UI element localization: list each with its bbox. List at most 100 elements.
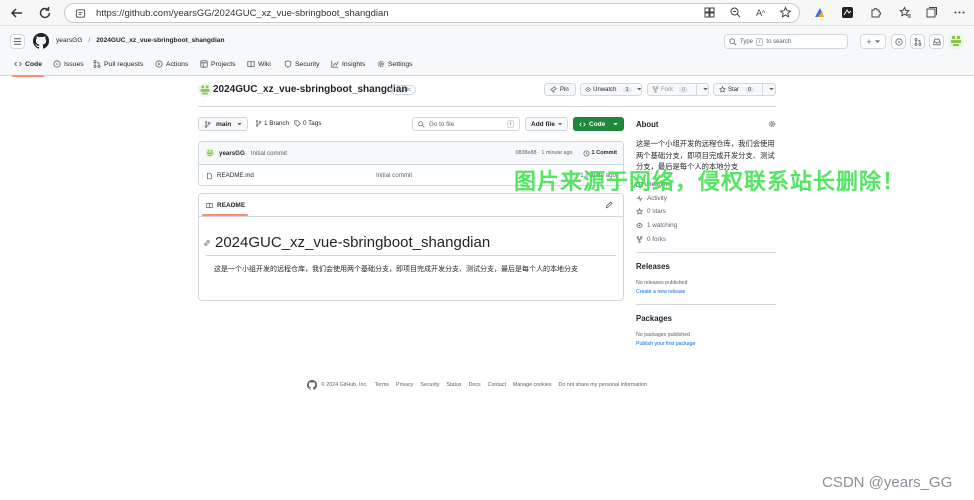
pin-button[interactable]: Pin [544,83,576,96]
address-bar[interactable]: https://github.com/yearsGG/2024GUC_xz_vu… [64,3,800,23]
tab-actions[interactable]: Actions [155,56,188,72]
github-logo-icon[interactable] [307,380,317,390]
releases-title[interactable]: Releases [636,262,670,271]
about-settings-button[interactable] [768,120,776,128]
readme-tab[interactable]: README [206,202,245,209]
branch-icon [204,120,211,128]
browser-toolbar: https://github.com/yearsGG/2024GUC_xz_vu… [0,0,974,26]
footer-link-docs[interactable]: Docs [469,382,481,388]
about-link-stars[interactable]: 0 stars [636,208,666,215]
favorites-icon[interactable] [899,6,912,19]
commit-message[interactable]: Initial commit [251,150,287,157]
site-info-icon[interactable] [75,8,86,19]
about-link-forks[interactable]: 0 forks [636,236,666,243]
chevron-down-icon[interactable] [769,88,774,91]
github-logo-icon[interactable] [33,33,49,49]
footer-link-do-not-share[interactable]: Do not share my personal information [559,382,647,388]
commit-author-avatar[interactable] [205,148,215,158]
footer-link-contact[interactable]: Contact [488,382,506,388]
file-commit-message[interactable]: Initial commit [376,172,412,179]
about-title: About [636,120,659,129]
collections-icon[interactable] [925,6,938,19]
tab-security[interactable]: Security [284,56,320,72]
breadcrumb-repo[interactable]: 2024GUC_xz_vue-sbringboot_shangdian [96,37,224,44]
edit-readme-button[interactable] [605,201,613,209]
go-to-file-placeholder: Go to file [429,120,455,128]
go-to-file-input[interactable]: Go to file t [412,117,520,131]
gear-icon [768,120,776,128]
app-icon[interactable] [841,6,854,19]
footer-link-privacy[interactable]: Privacy [396,382,413,388]
watch-count: 1 [622,86,632,93]
unwatch-label: Unwatch [593,86,617,93]
commit-hash-time[interactable]: 0838e88 · 1 minute ago [516,150,573,156]
file-name[interactable]: README.md [217,172,254,179]
issues-button[interactable] [891,34,906,49]
unwatch-button[interactable]: Unwatch 1 [580,83,642,96]
add-file-button[interactable]: Add file [525,117,568,131]
branches-link[interactable]: 1 Branch [255,120,289,127]
tab-settings[interactable]: Settings [377,56,413,72]
tab-pull-requests[interactable]: Pull requests [93,56,143,72]
chevron-down-icon[interactable] [703,88,708,91]
about-link-watching[interactable]: 1 watching [636,222,677,229]
footer-link-security[interactable]: Security [420,382,439,388]
tab-code[interactable]: Code [12,56,44,77]
publish-package-link[interactable]: Publish your first package [636,341,695,347]
footer-link-status[interactable]: Status [447,382,462,388]
tab-wiki[interactable]: Wiki [247,56,271,72]
tab-insights[interactable]: Insights [331,56,365,72]
fork-button[interactable]: Fork 0 [647,83,709,96]
tab-issues[interactable]: Issues [53,56,84,72]
star-icon [636,208,643,215]
commit-count: 1 Commit [591,150,618,156]
inbox-button[interactable] [929,34,944,49]
grid-icon[interactable] [703,6,716,19]
footer-link-terms[interactable]: Terms [375,382,389,388]
star-icon [719,86,726,93]
commits-link[interactable]: 1 Commit [582,149,618,157]
eye-icon [585,87,591,92]
search-input[interactable]: Type / to search [724,34,848,49]
extension-icon[interactable] [813,6,826,19]
back-icon[interactable] [9,5,25,21]
star-button[interactable]: Star 0 [713,83,776,96]
pull-request-icon [914,37,921,46]
footer-copyright: © 2024 GitHub, Inc. [321,382,368,388]
more-icon[interactable] [953,6,966,19]
pin-label: Pin [560,86,569,93]
refresh-icon[interactable] [37,5,53,21]
tab-insights-label: Insights [342,60,366,68]
footer-link-manage-cookies[interactable]: Manage cookies [513,382,552,388]
tags-link[interactable]: 0 Tags [294,120,321,127]
branch-select[interactable]: main [198,117,248,131]
repo-owner-avatar[interactable] [198,83,212,97]
eye-icon [636,223,643,228]
repo-name[interactable]: 2024GUC_xz_vue-sbringboot_shangdian [213,84,408,95]
book-icon [206,203,213,209]
link-icon[interactable] [203,239,211,247]
breadcrumb-owner[interactable]: yearsGG [56,37,82,44]
avatar[interactable] [948,33,964,49]
chevron-down-icon[interactable] [636,88,641,91]
code-button[interactable]: Code [573,117,624,131]
url-text[interactable]: https://github.com/yearsGG/2024GUC_xz_vu… [96,8,389,19]
favorite-icon[interactable] [779,6,792,19]
branch-count: 1 Branch [264,120,290,127]
zoom-icon[interactable] [729,6,742,19]
readme-body: 这是一个小组开发的远程仓库，我们会使用两个基础分支，即项目完成开发分支、测试分支… [214,266,578,273]
commit-author[interactable]: yearsGG [219,150,245,157]
issue-icon [53,60,61,68]
about-link-activity[interactable]: Activity [636,195,667,202]
create-new-button[interactable]: + [860,34,886,49]
tab-projects[interactable]: Projects [200,56,236,72]
read-aloud-icon[interactable]: Aʌ [755,6,768,19]
menu-button[interactable] [10,34,25,49]
star-count: 0 [745,86,755,93]
puzzle-icon[interactable] [869,6,882,19]
pull-requests-button[interactable] [910,34,925,49]
hamburger-icon [13,38,22,45]
create-release-link[interactable]: Create a new release [636,289,685,295]
search-prefix: Type [740,38,754,45]
packages-title[interactable]: Packages [636,314,672,323]
